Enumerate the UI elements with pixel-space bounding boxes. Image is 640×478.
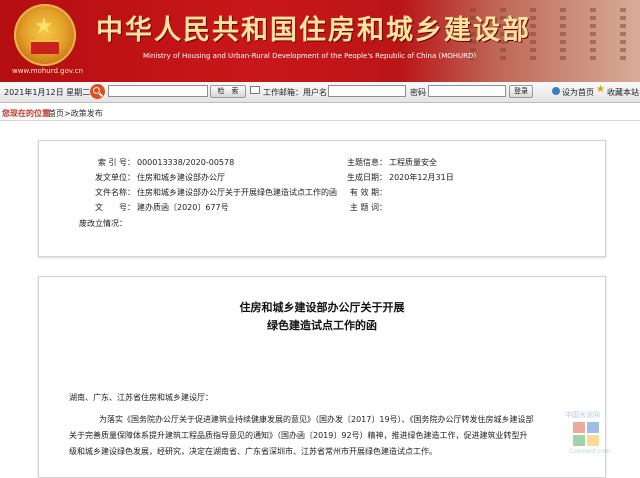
password-input[interactable] — [428, 85, 506, 97]
search-button[interactable]: 检 索 — [210, 85, 246, 98]
meta-validity: 有 效 期： — [349, 188, 387, 197]
breadcrumb-path[interactable]: 首页>政策发布 — [48, 108, 103, 119]
site-title-english: Ministry of Housing and Urban-Rural Deve… — [143, 52, 477, 60]
document-title-line-1: 住房和城乡建设部办公厅关于开展 — [239, 301, 405, 314]
watermark-url: Ccement.com — [569, 448, 611, 455]
mail-icon — [250, 86, 260, 94]
document-paragraph-line: 为落实《国务院办公厅关于促进建筑业持续健康发展的意见》（国办发〔2017〕19号… — [99, 415, 534, 424]
meta-index: 索 引 号： 000013338/2020-00578 — [97, 158, 235, 167]
document-metadata-panel: 索 引 号： 000013338/2020-00578 发文单位： 住房和城乡建设部… — [38, 140, 606, 257]
site-url: www.mohurd.gov.cn — [12, 67, 83, 75]
watermark-text: 中国水泥网 — [565, 411, 600, 419]
add-favorite-link[interactable]: 收藏本站 — [607, 87, 639, 98]
site-banner: ★ www.mohurd.gov.cn 中华人民共和国住房和城乡建设部 Mini… — [0, 0, 640, 82]
meta-abolish: 废改立情况： — [79, 219, 127, 228]
document-addressee: 湖南、广东、江苏省住房和城乡建设厅： — [69, 393, 213, 402]
building-window — [620, 8, 626, 64]
national-emblem-icon: ★ — [14, 4, 76, 66]
current-date: 2021年1月12日 星期二 — [4, 88, 91, 97]
meta-keywords: 主 题 词： — [349, 203, 387, 212]
password-label: 密码 — [410, 88, 426, 97]
meta-issuer: 发文单位： 住房和城乡建设部办公厅 — [95, 173, 225, 182]
search-icon[interactable] — [90, 84, 105, 99]
meta-doc-number: 文 号： 建办质函〔2020〕677号 — [95, 203, 229, 212]
building-window — [590, 8, 596, 64]
document-paragraph-line: 关于完善质量保障体系提升建筑工程品质指导意见的通知》（国办函〔2019〕92号）… — [69, 431, 528, 440]
document-paragraph-line: 级和城乡建设绿色发展，经研究，决定在湖南省、广东省深圳市、江苏省常州市开展绿色建… — [69, 447, 437, 456]
site-title: 中华人民共和国住房和城乡建设部 — [96, 15, 531, 46]
building-window — [560, 8, 566, 64]
login-button[interactable]: 登录 — [509, 85, 533, 98]
watermark-logo-icon — [573, 422, 599, 446]
meta-doc-title: 文件名称： 住房和城乡建设部办公厅关于开展绿色建造试点工作的函 — [95, 188, 337, 197]
set-homepage-icon[interactable] — [552, 87, 560, 95]
favorite-star-icon[interactable]: ★ — [596, 85, 605, 95]
watermark: 中国水泥网 Ccement.com — [553, 410, 623, 460]
meta-topic: 主题信息： 工程质量安全 — [347, 158, 437, 167]
top-toolbar: 2021年1月12日 星期二 检 索 工作邮箱：用户名 密码 登录 设为首页 ★… — [0, 82, 640, 103]
document-body: 住房和城乡建设部办公厅关于开展 绿色建造试点工作的函 湖南、广东、江苏省住房和城… — [38, 276, 606, 478]
document-title-line-2: 绿色建造试点工作的函 — [267, 319, 377, 332]
search-input[interactable] — [108, 85, 208, 97]
meta-date: 生成日期： 2020年12月31日 — [347, 173, 454, 182]
username-input[interactable] — [328, 85, 406, 97]
set-homepage-link[interactable]: 设为首页 — [562, 87, 594, 98]
divider — [0, 120, 640, 121]
breadcrumb: 您现在的位置： 首页>政策发布 — [0, 105, 640, 121]
mail-username-label: 工作邮箱：用户名 — [263, 88, 327, 97]
